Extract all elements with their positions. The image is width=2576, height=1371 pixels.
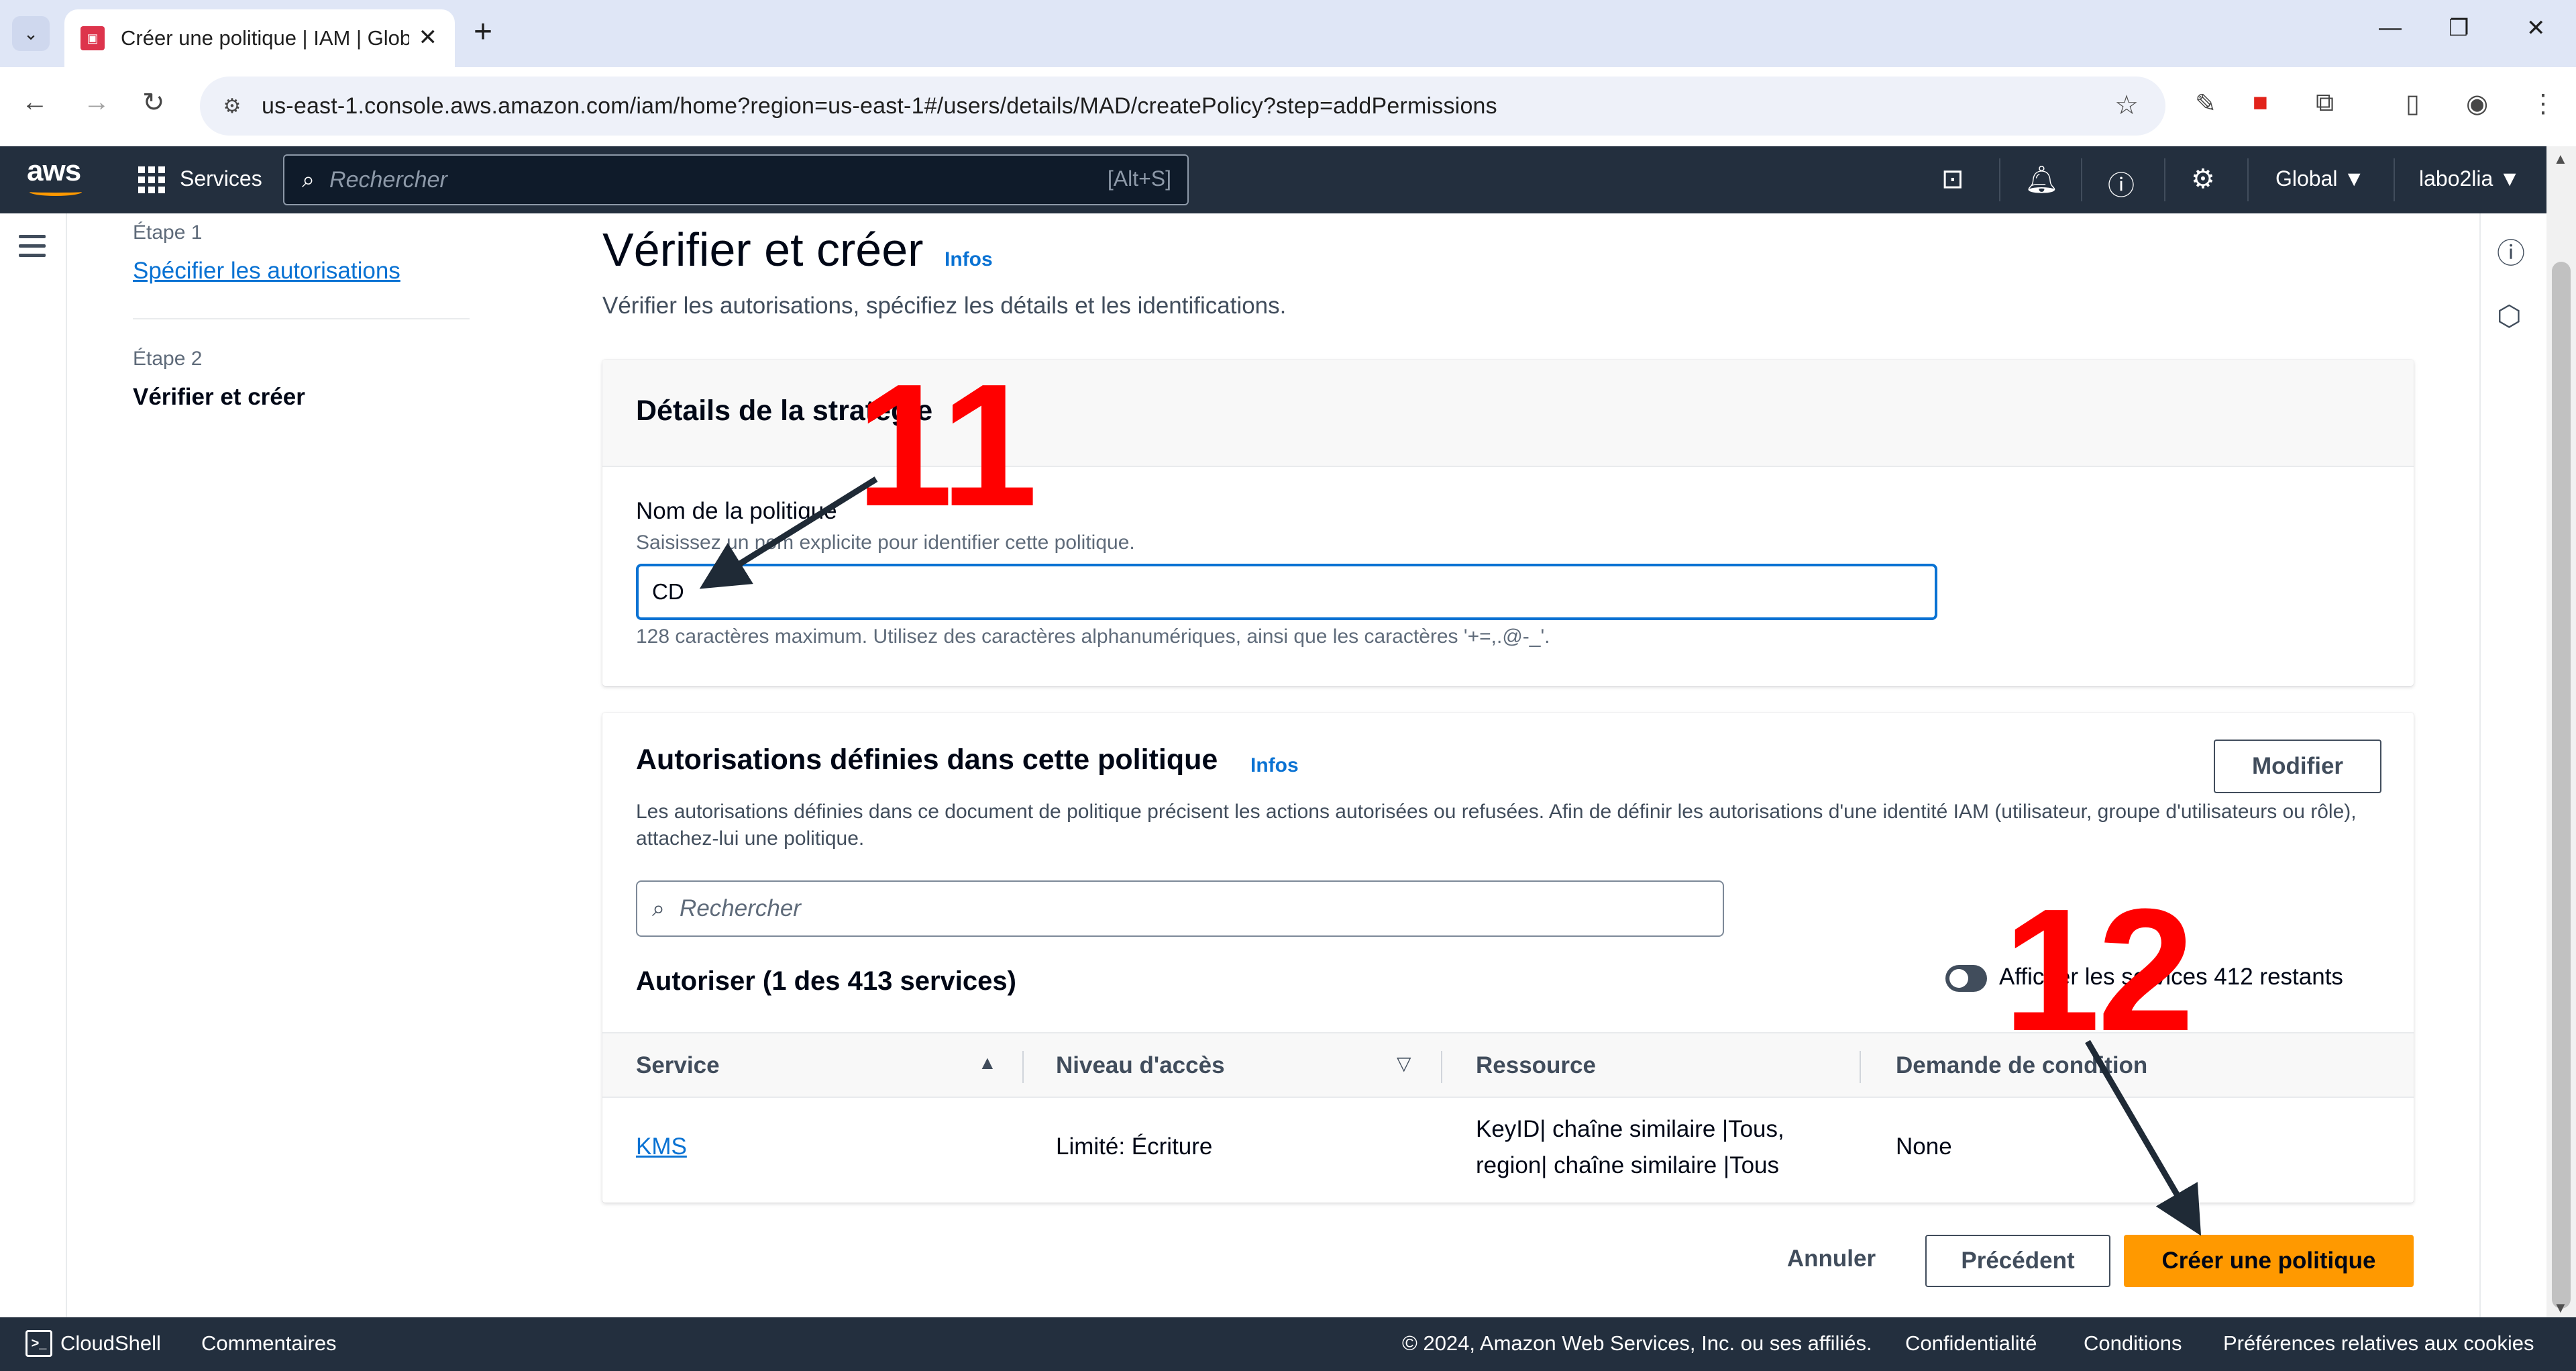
policy-name-constraint: 128 caractères maximum. Utilisez des car… <box>636 625 1550 648</box>
step-divider <box>133 318 470 319</box>
eyedropper-extension-icon[interactable]: ✎ <box>2195 89 2216 119</box>
step1-label: Étape 1 <box>133 221 203 244</box>
nav-divider <box>2247 158 2249 201</box>
region-selector[interactable]: Global ▼ <box>2275 166 2365 191</box>
right-rail-border <box>2479 213 2481 1317</box>
step2-label: Étape 2 <box>133 348 203 370</box>
show-remaining-toggle[interactable] <box>1945 965 1987 992</box>
step2-current: Vérifier et créer <box>133 384 305 410</box>
pdf-extension-icon[interactable]: ■ <box>2253 89 2268 117</box>
edit-button[interactable]: Modifier <box>2214 740 2381 793</box>
privacy-link[interactable]: Confidentialité <box>1905 1331 2037 1356</box>
window-close-icon[interactable]: ✕ <box>2526 15 2546 42</box>
cookie-preferences-link[interactable]: Préférences relatives aux cookies <box>2223 1331 2534 1356</box>
search-shortcut: [Alt+S] <box>1107 166 1171 191</box>
annotation-number-12: 12 <box>2003 873 2194 1068</box>
page-title: Vérifier et créer <box>602 223 924 276</box>
tab-search-button[interactable]: ⌄ <box>12 16 50 51</box>
copyright-text: © 2024, Amazon Web Services, Inc. ou ses… <box>1402 1331 1872 1355</box>
search-icon: ⌕ <box>302 166 315 193</box>
restore-icon[interactable]: ❐ <box>2449 15 2469 42</box>
menu-hamburger-icon[interactable] <box>19 235 46 263</box>
column-header-resource[interactable]: Ressource <box>1476 1052 1596 1079</box>
search-placeholder: Rechercher <box>680 895 801 921</box>
new-tab-icon[interactable]: + <box>474 13 492 50</box>
services-menu[interactable]: Services <box>180 166 262 191</box>
column-header-service[interactable]: Service <box>636 1052 720 1079</box>
reload-icon[interactable]: ↻ <box>142 87 165 118</box>
condition-cell: None <box>1896 1133 1952 1160</box>
column-separator <box>1022 1051 1024 1083</box>
scroll-up-icon[interactable]: ▲ <box>2553 150 2568 168</box>
profile-avatar-icon[interactable]: ◉ <box>2466 89 2488 119</box>
info-panel-icon[interactable]: ⓘ <box>2497 231 2525 272</box>
feedback-link[interactable]: Commentaires <box>201 1331 337 1356</box>
permissions-description: Les autorisations définies dans ce docum… <box>636 801 2357 850</box>
back-icon[interactable]: ← <box>21 87 48 117</box>
search-placeholder: Rechercher <box>329 166 447 193</box>
page-description: Vérifier les autorisations, spécifiez le… <box>602 293 1287 319</box>
resource-cell-line1: KeyID| chaîne similaire |Tous, <box>1476 1116 1784 1142</box>
cloudshell-icon[interactable]: ⊡ <box>1941 164 1964 195</box>
scroll-down-icon[interactable]: ▼ <box>2553 1299 2568 1317</box>
nav-divider <box>2081 158 2082 201</box>
tab-title: Créer une politique | IAM | Glob <box>121 26 409 50</box>
help-icon[interactable]: ⓘ <box>2108 164 2135 203</box>
forward-icon[interactable]: → <box>83 87 110 117</box>
access-level-cell: Limité: Écriture <box>1056 1133 1213 1160</box>
scrollbar-thumb[interactable] <box>2552 262 2571 1309</box>
allow-section-title: Autoriser (1 des 413 services) <box>636 966 1016 996</box>
cancel-button[interactable]: Annuler <box>1764 1232 1898 1286</box>
permissions-search-input[interactable]: ⌕ Rechercher <box>636 880 1724 937</box>
column-header-access[interactable]: Niveau d'accès <box>1056 1052 1225 1079</box>
cloudshell-footer-icon[interactable]: >_ <box>25 1330 52 1357</box>
bookmark-star-icon[interactable]: ☆ <box>2114 90 2139 121</box>
account-menu[interactable]: labo2lia ▼ <box>2419 166 2520 191</box>
policy-name-input[interactable]: CD <box>636 564 1937 620</box>
service-link-kms[interactable]: KMS <box>636 1129 687 1165</box>
permissions-card-title: Autorisations définies dans cette politi… <box>636 744 1218 776</box>
aws-favicon-icon: ▣ <box>80 26 105 50</box>
hexagon-panel-icon[interactable]: ⬡ <box>2497 299 2522 332</box>
permissions-info-link[interactable]: Infos <box>1250 754 1299 777</box>
nav-divider <box>1999 158 2000 201</box>
browser-menu-icon[interactable]: ⋮ <box>2530 89 2556 119</box>
create-policy-button[interactable]: Créer une politique <box>2124 1235 2414 1287</box>
step1-link[interactable]: Spécifier les autorisations <box>133 258 400 285</box>
side-panel-icon[interactable]: ▯ <box>2406 89 2420 119</box>
sort-ascending-icon[interactable]: ▲ <box>978 1052 997 1074</box>
aws-logo[interactable]: aws <box>27 154 81 188</box>
console-footer <box>0 1317 2576 1371</box>
browser-tab-active[interactable]: ▣ Créer une politique | IAM | Glob ✕ <box>64 9 455 67</box>
nav-divider <box>2394 158 2395 201</box>
search-icon: ⌕ <box>652 895 665 921</box>
notifications-bell-icon[interactable]: 🔔︎ <box>2025 164 2059 195</box>
terms-link[interactable]: Conditions <box>2084 1331 2182 1356</box>
side-nav-border <box>66 213 67 1317</box>
annotation-number-11: 11 <box>856 348 1038 543</box>
previous-button[interactable]: Précédent <box>1925 1235 2110 1287</box>
column-separator <box>1441 1051 1442 1083</box>
services-grid-icon[interactable] <box>138 166 165 193</box>
title-info-link[interactable]: Infos <box>945 248 993 271</box>
address-bar[interactable]: ⚙ us-east-1.console.aws.amazon.com/iam/h… <box>200 77 2165 136</box>
resource-cell-line2: region| chaîne similaire |Tous <box>1476 1152 1780 1178</box>
extensions-puzzle-icon[interactable]: ⧉ <box>2316 89 2334 117</box>
column-separator <box>1860 1051 1861 1083</box>
aws-logo-smile-icon <box>30 188 82 196</box>
aws-search-input[interactable]: ⌕ Rechercher [Alt+S] <box>283 154 1189 205</box>
cloudshell-link[interactable]: CloudShell <box>60 1331 161 1356</box>
sort-descending-icon[interactable]: ▽ <box>1397 1052 1411 1074</box>
url-text: us-east-1.console.aws.amazon.com/iam/hom… <box>262 93 1497 119</box>
policy-name-label: Nom de la politique <box>636 498 837 524</box>
site-info-icon[interactable]: ⚙ <box>216 90 248 122</box>
nav-divider <box>2164 158 2165 201</box>
tab-close-icon[interactable]: ✕ <box>419 24 438 51</box>
minimize-icon[interactable]: — <box>2379 15 2402 41</box>
settings-gear-icon[interactable]: ⚙ <box>2191 164 2215 195</box>
